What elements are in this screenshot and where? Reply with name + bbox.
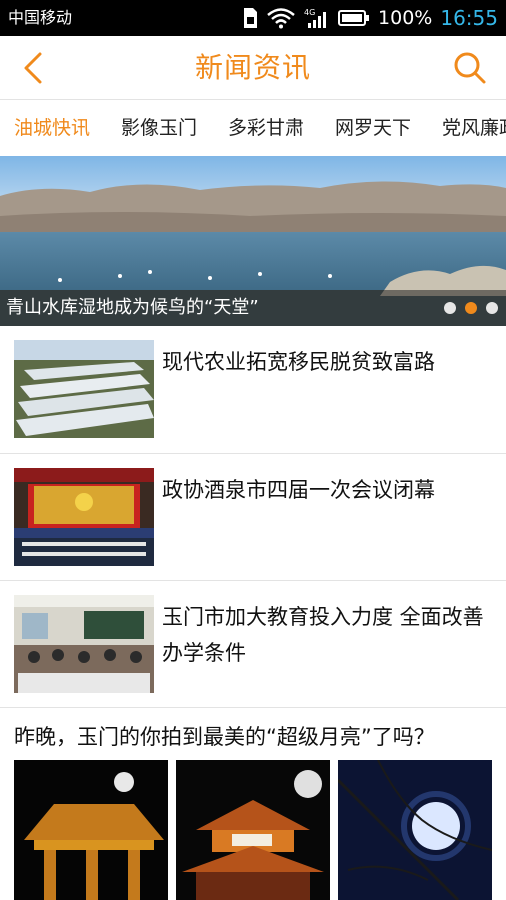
- tab-party-integrity[interactable]: 党风廉政: [442, 100, 506, 156]
- carousel-dot[interactable]: [486, 302, 498, 314]
- gallery-image[interactable]: [176, 760, 330, 900]
- wifi-icon: [267, 8, 295, 29]
- news-item[interactable]: 政协酒泉市四届一次会议闭幕: [0, 454, 506, 581]
- status-icons: 4G 100% 16:55: [242, 4, 498, 32]
- tab-oil-city-news[interactable]: 油城快讯: [14, 100, 90, 156]
- featured-banner[interactable]: 青山水库湿地成为候鸟的“天堂”: [0, 156, 506, 326]
- news-headline: 政协酒泉市四届一次会议闭幕: [162, 478, 435, 502]
- news-thumbnail: [14, 595, 154, 693]
- network-type: 4G: [304, 8, 315, 17]
- carousel-indicator: [444, 302, 498, 314]
- tab-colorful-gansu[interactable]: 多彩甘肃: [228, 100, 304, 156]
- sim-card-icon: [244, 8, 258, 28]
- moon-pavilion-photo: [176, 760, 330, 900]
- news-headline: 现代农业拓宽移民脱贫致富路: [162, 350, 435, 374]
- page-title: 新闻资讯: [194, 51, 311, 84]
- battery-icon: [338, 10, 370, 26]
- classroom-photo: [14, 595, 154, 693]
- conference-photo: [14, 468, 154, 566]
- tab-yumen-images[interactable]: 影像玉门: [121, 100, 197, 156]
- news-item[interactable]: 现代农业拓宽移民脱贫致富路: [0, 326, 506, 454]
- gallery-image[interactable]: [14, 760, 168, 900]
- carousel-dot-active[interactable]: [465, 302, 477, 314]
- status-bar: 中国移动 4G 100% 16:55: [0, 0, 506, 36]
- news-item[interactable]: 玉门市加大教育投入力度 全面改善办学条件: [0, 581, 506, 708]
- tab-world-news[interactable]: 网罗天下: [335, 100, 411, 156]
- banner-caption: 青山水库湿地成为候鸟的“天堂”: [6, 297, 259, 318]
- moon-branches-photo: [338, 760, 492, 900]
- search-icon: [454, 52, 486, 84]
- gallery-title[interactable]: 昨晚，玉门的你拍到最美的“超级月亮”了吗？: [14, 722, 435, 752]
- moon-archway-photo: [14, 760, 168, 900]
- battery-percent: 100%: [378, 7, 433, 29]
- search-button[interactable]: [452, 50, 488, 86]
- carrier-name: 中国移动: [8, 8, 73, 27]
- news-thumbnail: [14, 340, 154, 438]
- app-header: 新闻资讯: [0, 36, 506, 100]
- clock: 16:55: [440, 6, 498, 30]
- greenhouse-photo: [14, 340, 154, 438]
- news-thumbnail: [14, 468, 154, 566]
- carousel-dot[interactable]: [444, 302, 456, 314]
- news-headline: 玉门市加大教育投入力度 全面改善办学条件: [162, 605, 484, 665]
- category-tabs: 油城快讯 影像玉门 多彩甘肃 网罗天下 党风廉政: [0, 100, 506, 156]
- gallery-image[interactable]: [338, 760, 492, 900]
- signal-4g-icon: 4G: [304, 8, 327, 28]
